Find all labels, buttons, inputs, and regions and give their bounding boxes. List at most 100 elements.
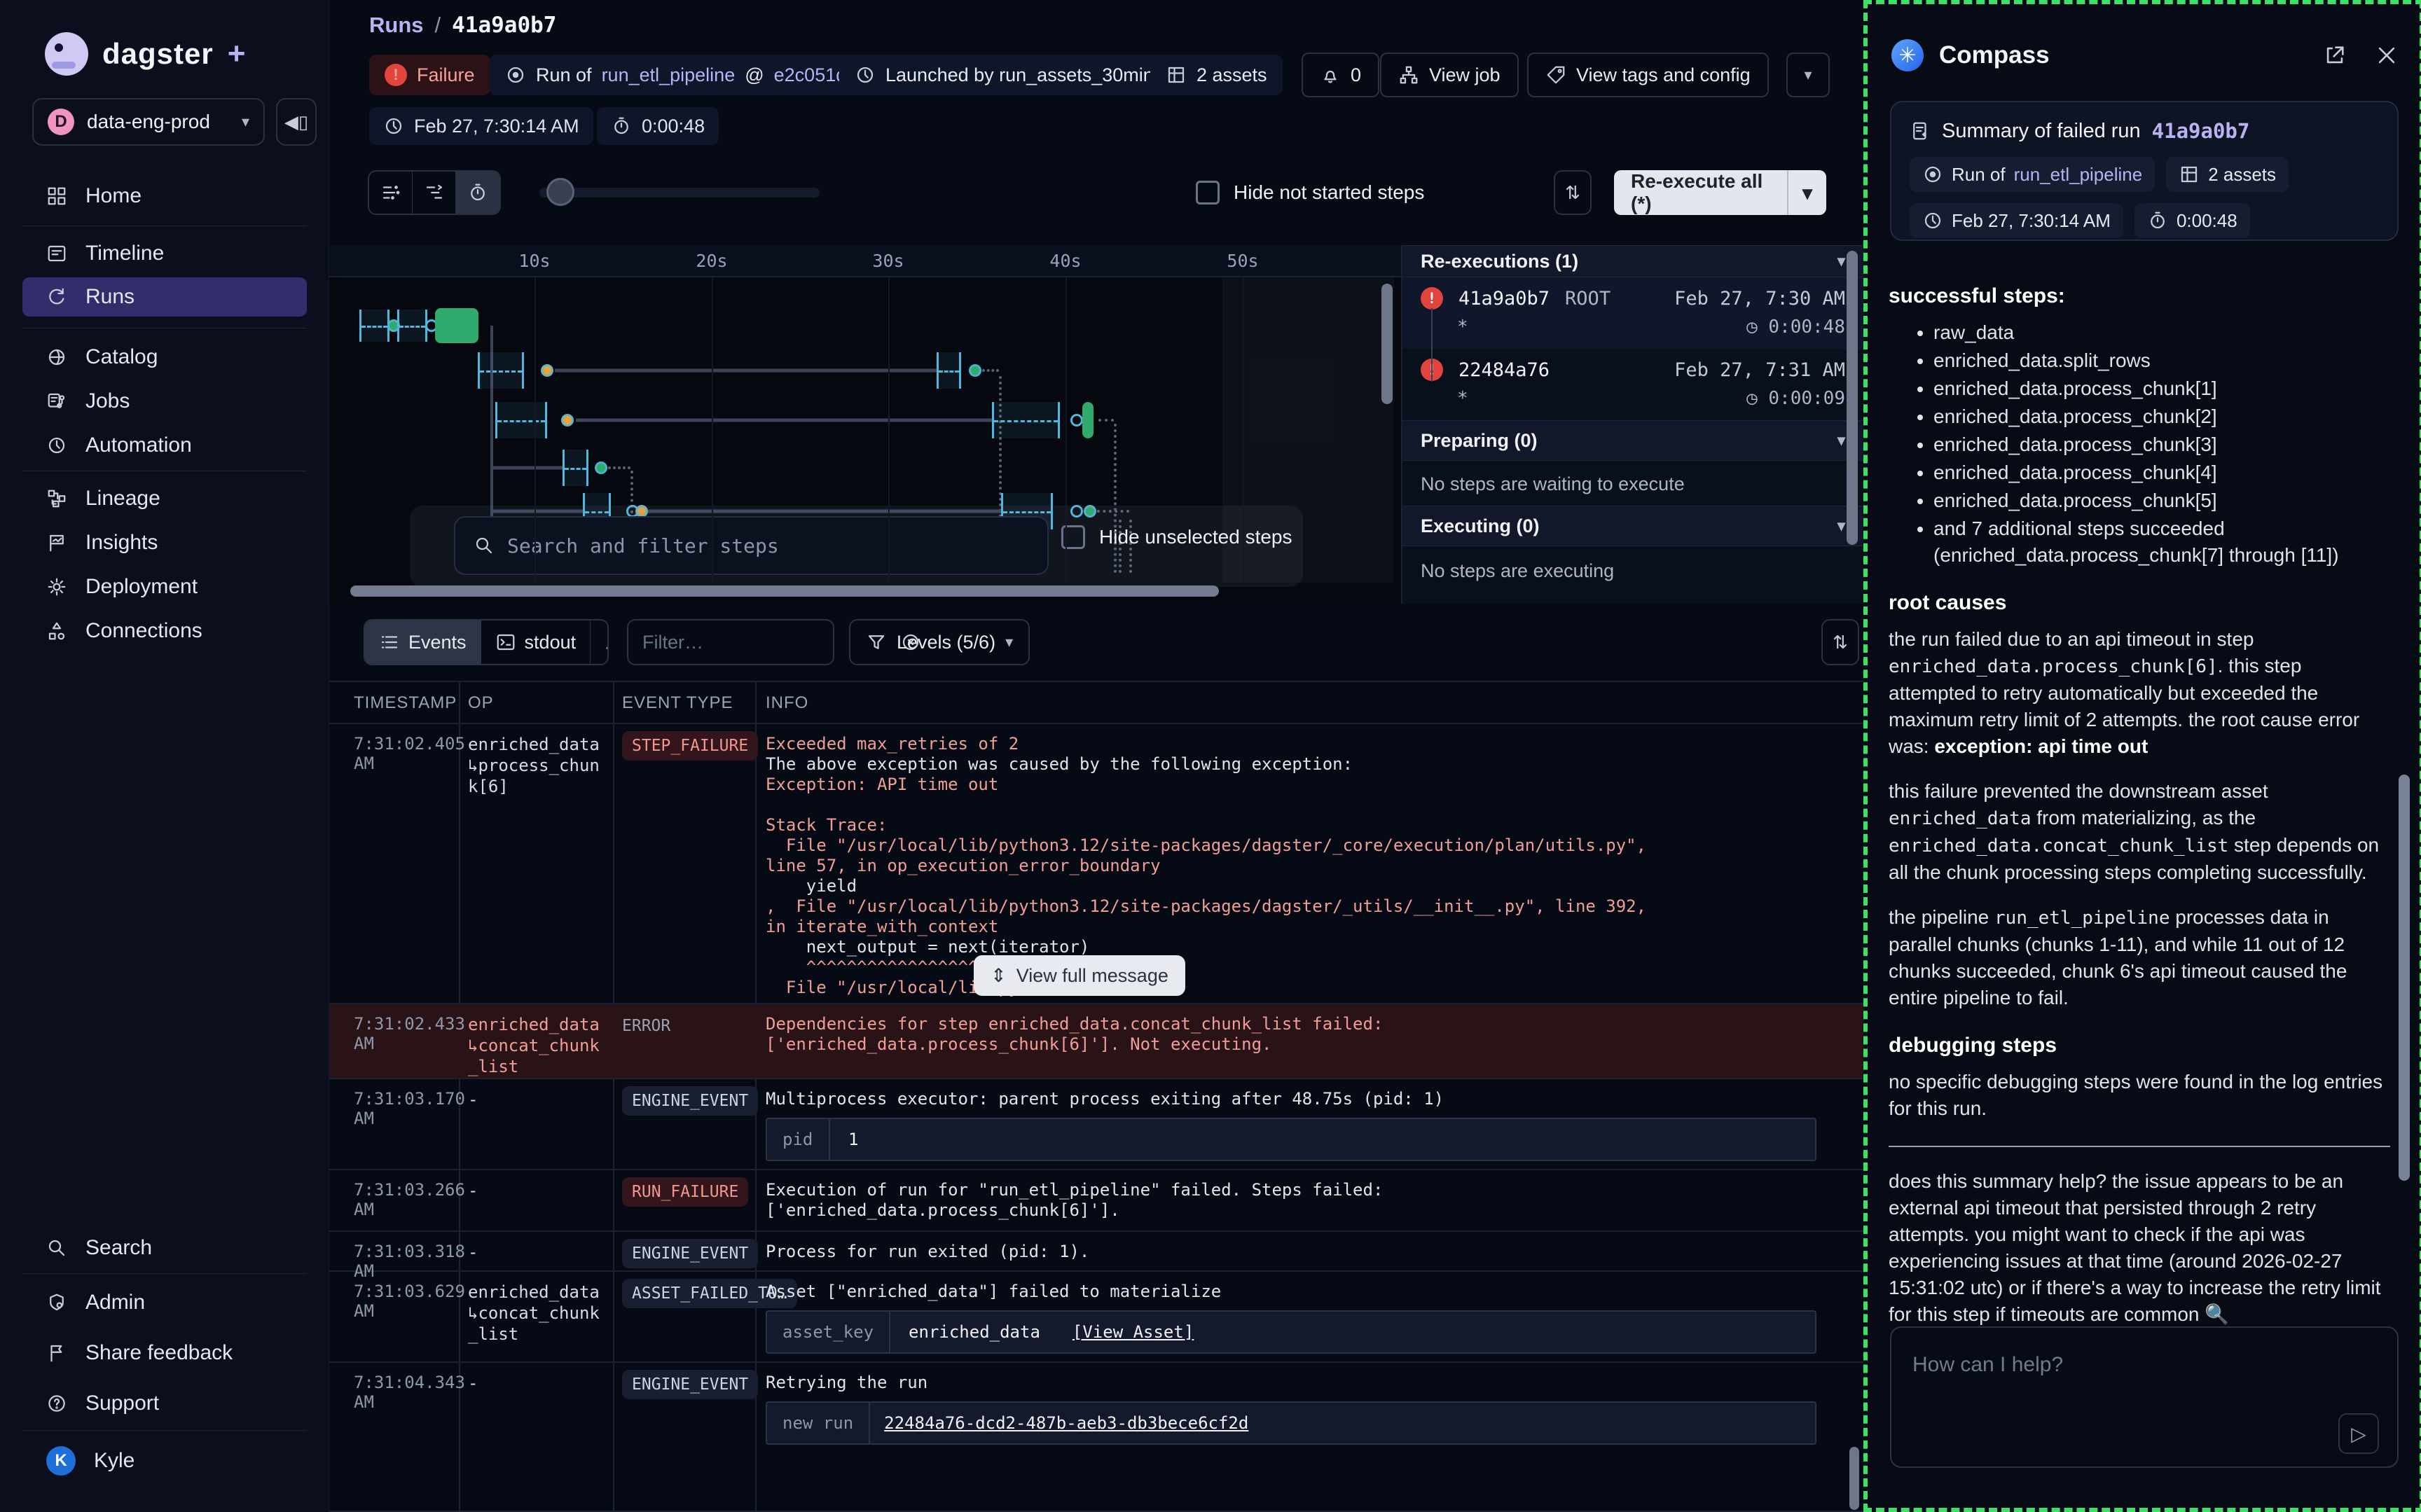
sidebar-item-runs[interactable]: Runs xyxy=(22,277,307,317)
gantt-success-bar[interactable] xyxy=(1082,402,1094,438)
tab-stderr[interactable]: stderr xyxy=(591,620,609,664)
run-id-link[interactable]: 22484a76 xyxy=(1458,359,1550,381)
sidebar-item-connections[interactable]: Connections xyxy=(22,611,307,651)
compass-summary-body: successful steps:raw_dataenriched_data.s… xyxy=(1889,262,2390,1346)
gantt-horizontal-scrollbar[interactable] xyxy=(350,585,1219,597)
metadata-link[interactable]: 22484a76-dcd2-487b-aeb3-db3bece6cf2d xyxy=(884,1413,1248,1434)
text-segment: exception: api time out xyxy=(1934,735,2148,757)
levels-label: Levels (5/6) xyxy=(897,632,995,653)
gantt-chart[interactable]: 10s20s30s40s50s Hide unselected steps xyxy=(329,245,1401,604)
table-row[interactable]: 7:31:04.343 AM-ENGINE_EVENTRetrying the … xyxy=(329,1363,1863,1512)
hide-not-started-checkbox[interactable] xyxy=(1196,181,1220,204)
table-row[interactable]: 7:31:03.170 AM-ENGINE_EVENTMultiprocess … xyxy=(329,1079,1863,1170)
table-row[interactable]: 7:31:03.629 AMenriched_data ↳concat_chun… xyxy=(329,1272,1863,1363)
zoom-slider-track[interactable] xyxy=(539,188,820,197)
gantt-step-bar[interactable] xyxy=(397,310,427,342)
reexecution-order-button[interactable]: ⇅ xyxy=(1554,170,1592,215)
events-log[interactable]: ⇕ View full message 7:31:02.405 AMenrich… xyxy=(329,724,1863,1512)
sidebar-item-jobs[interactable]: Jobs xyxy=(22,382,307,421)
gantt-step-bar[interactable] xyxy=(495,402,547,438)
cell-op: - xyxy=(468,1089,601,1110)
gantt-dependency-line xyxy=(555,369,937,373)
metadata-link[interactable]: [View Asset] xyxy=(1072,1322,1194,1343)
table-row[interactable]: 7:31:02.433 AMenriched_data ↳concat_chun… xyxy=(329,1004,1863,1079)
gantt-success-bar[interactable] xyxy=(435,308,478,343)
sidebar-item-insights[interactable]: Insights xyxy=(22,523,307,562)
compass-scrollbar[interactable] xyxy=(2399,775,2410,1181)
sidebar-item-home[interactable]: Home xyxy=(22,176,307,216)
view-job-button[interactable]: View job xyxy=(1380,53,1519,97)
sidebar-item-admin[interactable]: Admin xyxy=(22,1283,307,1322)
col-info: INFO xyxy=(766,693,808,713)
compass-logo-icon: ✳ xyxy=(1891,39,1924,71)
breadcrumb-runs-link[interactable]: Runs xyxy=(369,13,424,38)
run-row-line2: *◷ 0:00:09 xyxy=(1457,388,1845,409)
table-row[interactable]: 7:31:03.318 AM-ENGINE_EVENTProcess for r… xyxy=(329,1232,1863,1272)
job-graph-icon xyxy=(1398,64,1419,85)
gantt-step-bar[interactable] xyxy=(478,352,524,389)
gantt-step-bar[interactable] xyxy=(992,402,1060,438)
executing-section-header[interactable]: Executing (0) ▾ xyxy=(1402,506,1863,546)
run-id-link[interactable]: 41a9a0b7 xyxy=(1458,288,1550,310)
runs-icon xyxy=(46,286,67,307)
sidebar-item-automation[interactable]: Automation xyxy=(22,426,307,465)
sidebar-item-search[interactable]: Search xyxy=(22,1228,307,1268)
sidebar-item-support[interactable]: Support xyxy=(22,1384,307,1423)
sidebar-item-timeline[interactable]: Timeline xyxy=(22,234,307,273)
cell-info: Multiprocess executor: parent process ex… xyxy=(766,1089,1823,1161)
run-summary-card: Summary of failed run 41a9a0b7 Run of ru… xyxy=(1890,101,2399,241)
zoom-slider-knob[interactable] xyxy=(546,178,574,206)
open-external-icon[interactable] xyxy=(2323,43,2347,67)
sidebar-item-catalog[interactable]: Catalog xyxy=(22,338,307,377)
reexecutions-section-header[interactable]: Re-executions (1) ▾ xyxy=(1402,245,1863,277)
sidebar-item-label: Home xyxy=(85,184,142,208)
gantt-vertical-scrollbar[interactable] xyxy=(1381,284,1393,404)
table-row[interactable]: 7:31:03.266 AM-RUN_FAILUREExecution of r… xyxy=(329,1170,1863,1232)
cell-op: enriched_data ↳concat_chunk_list xyxy=(468,1014,601,1077)
view-tags-button[interactable]: View tags and config xyxy=(1527,53,1769,97)
reexecute-all-button[interactable]: Re-execute all (*) ▾ xyxy=(1614,170,1826,215)
tab-events[interactable]: Events xyxy=(365,620,481,664)
compass-chat-input[interactable] xyxy=(1891,1328,2397,1466)
run-duration: ◷ 0:00:09 xyxy=(1746,388,1845,409)
gantt-step-bar[interactable] xyxy=(359,310,389,342)
timed-view-button[interactable] xyxy=(456,172,499,214)
reexecute-dropdown[interactable]: ▾ xyxy=(1787,170,1826,215)
user-menu[interactable]: K Kyle xyxy=(22,1441,307,1480)
reexecution-run-row[interactable]: !41a9a0b7ROOTFeb 27, 7:30 AM*◷ 0:00:48 xyxy=(1402,277,1863,349)
preparing-section-header[interactable]: Preparing (0) ▾ xyxy=(1402,420,1863,461)
step-search-input[interactable] xyxy=(507,534,998,557)
log-filter[interactable] xyxy=(627,619,834,665)
reexecution-run-row[interactable]: !22484a76Feb 27, 7:31 AM*◷ 0:00:09 xyxy=(1402,349,1863,420)
waterfall-view-button[interactable] xyxy=(413,172,456,214)
sidebar-item-lineage[interactable]: Lineage xyxy=(22,479,307,518)
collapse-sidebar-button[interactable]: ◀▯ xyxy=(276,98,317,146)
view-full-message-button[interactable]: ⇕ View full message xyxy=(974,955,1185,996)
log-sort-button[interactable]: ⇅ xyxy=(1821,619,1859,665)
more-actions-button[interactable]: ▾ xyxy=(1786,53,1830,97)
summary-run-id[interactable]: 41a9a0b7 xyxy=(2152,119,2250,143)
cell-event-type: ENGINE_EVENT xyxy=(622,1370,758,1399)
assets-badge[interactable]: 2 assets xyxy=(1150,55,1283,95)
flat-view-button[interactable] xyxy=(369,172,413,214)
step-search[interactable] xyxy=(454,516,1049,575)
summary-run-of-badge: Run of run_etl_pipeline xyxy=(1910,157,2155,192)
axis-tick-label: 50s xyxy=(1227,251,1258,271)
sidebar-item-share-feedback[interactable]: Share feedback xyxy=(22,1333,307,1373)
workspace-selector[interactable]: D data-eng-prod ▾ xyxy=(32,98,265,146)
close-icon[interactable] xyxy=(2375,43,2399,67)
sidebar-item-deployment[interactable]: Deployment xyxy=(22,567,307,606)
reexecutions-scrollbar[interactable] xyxy=(1847,251,1858,545)
compass-title: Compass xyxy=(1939,41,2308,69)
events-scrollbar[interactable] xyxy=(1849,1447,1859,1510)
alerts-button[interactable]: 0 xyxy=(1302,53,1379,97)
reexecutions-title: Re-executions (1) xyxy=(1421,251,1578,272)
log-line: Process for run exited (pid: 1). xyxy=(766,1242,1823,1262)
pipeline-link[interactable]: run_etl_pipeline xyxy=(2014,164,2143,186)
send-button[interactable]: ▷ xyxy=(2338,1413,2379,1454)
gantt-step-bar[interactable] xyxy=(563,450,588,486)
levels-dropdown[interactable]: Levels (5/6) ▾ xyxy=(849,619,1030,665)
pipeline-link[interactable]: run_etl_pipeline xyxy=(602,64,736,86)
gantt-step-bar[interactable] xyxy=(937,352,961,389)
tab-stdout[interactable]: stdout xyxy=(481,620,591,664)
